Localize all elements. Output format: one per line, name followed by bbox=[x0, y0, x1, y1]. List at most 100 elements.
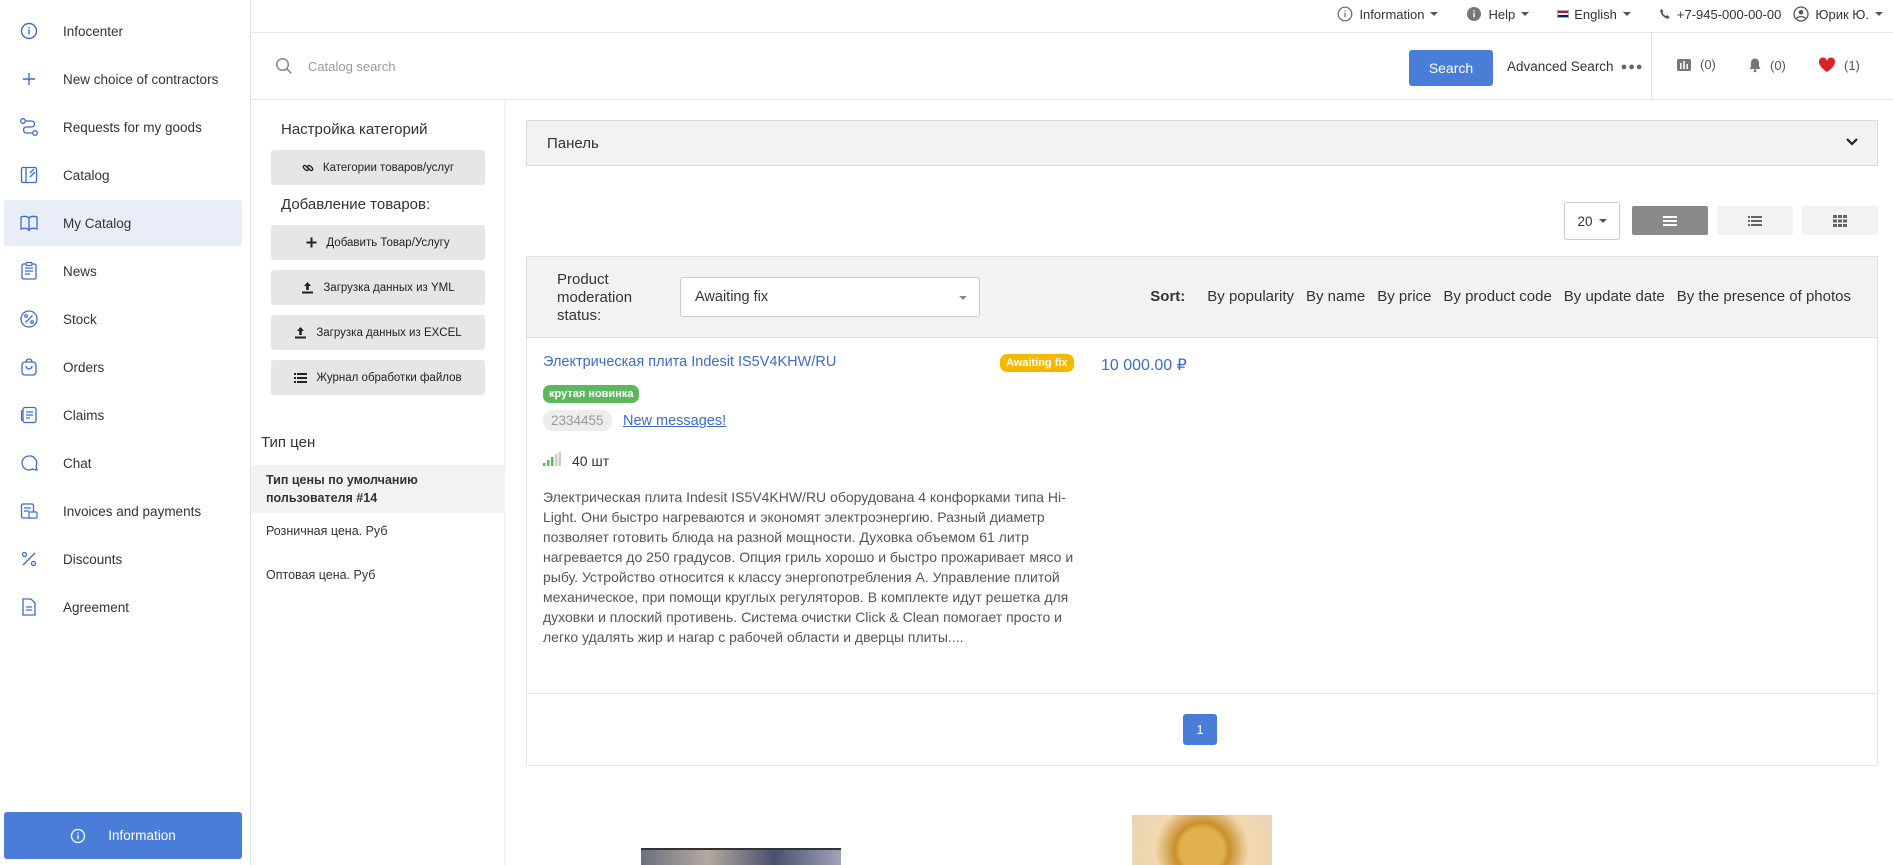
moderation-status-select[interactable]: Awaiting fix bbox=[680, 277, 980, 317]
route-icon bbox=[19, 117, 39, 137]
news-icon bbox=[19, 261, 39, 281]
sidebar-item-new-choice[interactable]: New choice of contractors bbox=[4, 56, 242, 102]
search-button[interactable]: Search bbox=[1409, 50, 1493, 86]
panel-accordion[interactable]: Панель bbox=[526, 120, 1878, 166]
list-icon bbox=[1748, 215, 1762, 226]
sidebar-item-orders[interactable]: Orders bbox=[4, 344, 242, 390]
sidebar-item-label: New choice of contractors bbox=[63, 71, 219, 87]
banner-image bbox=[641, 848, 841, 865]
yml-upload-button[interactable]: Загрузка данных из YML bbox=[271, 270, 485, 305]
moderation-status-value: Awaiting fix bbox=[695, 289, 769, 305]
claims-icon bbox=[19, 405, 39, 425]
sort-by-popularity[interactable]: By popularity bbox=[1207, 288, 1294, 305]
price-type-wholesale[interactable]: Оптовая цена. Руб bbox=[251, 560, 505, 590]
divider bbox=[1651, 33, 1652, 101]
user-avatar-icon bbox=[1793, 6, 1809, 22]
promo-image bbox=[1132, 815, 1272, 865]
catalog-search-input[interactable] bbox=[308, 51, 1108, 81]
sidebar-item-label: Stock bbox=[63, 311, 97, 327]
product-title-link[interactable]: Электрическая плита Indesit IS5V4KHW/RU bbox=[543, 354, 836, 370]
more-dots-icon: ●●● bbox=[1620, 60, 1644, 73]
sidebar-item-agreement[interactable]: Agreement bbox=[4, 584, 242, 630]
yml-upload-label: Загрузка данных из YML bbox=[323, 281, 455, 294]
view-list-button[interactable] bbox=[1717, 206, 1793, 235]
compare-icon bbox=[1677, 58, 1691, 71]
add-products-heading: Добавление товаров: bbox=[281, 196, 431, 213]
notifications-count: (0) bbox=[1770, 57, 1786, 73]
sidebar-item-label: Agreement bbox=[63, 599, 130, 615]
sidebar-item-stock[interactable]: Stock bbox=[4, 296, 242, 342]
sidebar-item-label: Requests for my goods bbox=[63, 119, 202, 135]
favorites-count: (1) bbox=[1844, 57, 1860, 73]
chevron-down-icon bbox=[1622, 12, 1631, 16]
upload-icon bbox=[294, 326, 307, 339]
sidebar-item-catalog[interactable]: Catalog bbox=[4, 152, 242, 198]
phone-link[interactable]: +7-945-000-00-00 bbox=[1659, 7, 1781, 22]
sort-by-price[interactable]: By price bbox=[1377, 288, 1431, 305]
sort-by-update-date[interactable]: By update date bbox=[1564, 288, 1665, 305]
view-grid-button[interactable] bbox=[1802, 206, 1878, 235]
sidebar: Infocenter New choice of contractors Req… bbox=[0, 0, 251, 865]
sidebar-item-news[interactable]: News bbox=[4, 248, 242, 294]
sidebar-item-requests[interactable]: Requests for my goods bbox=[4, 104, 242, 150]
file-log-label: Журнал обработки файлов bbox=[316, 371, 462, 384]
sort-by-product-code[interactable]: By product code bbox=[1443, 288, 1551, 305]
plus-icon bbox=[19, 69, 39, 89]
invoice-icon bbox=[19, 501, 39, 521]
sidebar-item-infocenter[interactable]: Infocenter bbox=[4, 8, 242, 54]
file-log-button[interactable]: Журнал обработки файлов bbox=[271, 360, 485, 395]
uk-flag-icon bbox=[1557, 10, 1570, 18]
user-menu[interactable]: Юрик Ю. bbox=[1793, 6, 1883, 22]
information-menu-label: Information bbox=[1359, 6, 1425, 22]
sidebar-item-invoices[interactable]: Invoices and payments bbox=[4, 488, 242, 534]
sidebar-item-chat[interactable]: Chat bbox=[4, 440, 242, 486]
chevron-down-icon bbox=[1846, 138, 1858, 146]
chevron-down-icon bbox=[1430, 12, 1439, 16]
stock-quantity: 40 шт bbox=[572, 453, 610, 469]
language-menu[interactable]: English bbox=[1557, 7, 1631, 22]
sort-by-photos[interactable]: By the presence of photos bbox=[1677, 288, 1851, 305]
product-card: Электрическая плита Indesit IS5V4KHW/RU … bbox=[526, 338, 1878, 694]
price-types-heading: Тип цен bbox=[261, 434, 316, 451]
excel-upload-button[interactable]: Загрузка данных из EXCEL bbox=[271, 315, 485, 350]
language-menu-label: English bbox=[1574, 6, 1617, 22]
favorites-counter[interactable]: (1) bbox=[1818, 57, 1860, 73]
upload-icon bbox=[301, 281, 314, 294]
catalog-icon bbox=[19, 165, 39, 185]
information-button[interactable]: Information bbox=[4, 812, 242, 859]
pagination: 1 bbox=[526, 694, 1878, 766]
notifications-counter[interactable]: (0) bbox=[1748, 57, 1786, 73]
help-menu[interactable]: Help bbox=[1466, 6, 1530, 22]
sidebar-item-label: Discounts bbox=[63, 551, 123, 567]
sidebar-item-my-catalog[interactable]: My Catalog bbox=[4, 200, 242, 246]
per-page-value: 20 bbox=[1577, 213, 1593, 229]
view-list-wide-button[interactable] bbox=[1632, 206, 1708, 235]
stock-level-icon bbox=[543, 452, 561, 466]
sort-by-name[interactable]: By name bbox=[1306, 288, 1365, 305]
add-product-button[interactable]: Добавить Товар/Услугу bbox=[271, 225, 485, 260]
bag-icon bbox=[19, 357, 39, 377]
categories-button[interactable]: Категории товаров/услуг bbox=[271, 150, 485, 185]
per-page-select[interactable]: 20 bbox=[1564, 202, 1620, 240]
price-type-retail[interactable]: Розничная цена. Руб bbox=[251, 516, 505, 546]
document-icon bbox=[19, 597, 39, 617]
sidebar-item-claims[interactable]: Claims bbox=[4, 392, 242, 438]
categories-heading: Настройка категорий bbox=[281, 121, 428, 138]
price-type-default[interactable]: Тип цены по умолчанию пользователя #14 bbox=[251, 465, 505, 513]
list-icon bbox=[294, 372, 308, 384]
information-button-label: Information bbox=[108, 828, 176, 843]
information-menu[interactable]: Information bbox=[1337, 6, 1439, 22]
sidebar-item-discounts[interactable]: Discounts bbox=[4, 536, 242, 582]
phone-number: +7-945-000-00-00 bbox=[1676, 6, 1782, 22]
page-button-current[interactable]: 1 bbox=[1183, 714, 1217, 745]
new-messages-link[interactable]: New messages! bbox=[623, 413, 726, 429]
sidebar-item-label: My Catalog bbox=[63, 215, 132, 231]
moderation-status-label: Product moderation status: bbox=[557, 271, 633, 324]
product-description: Электрическая плита Indesit IS5V4KHW/RU … bbox=[543, 489, 1074, 645]
advanced-search-link[interactable]: Advanced Search ●●● bbox=[1507, 59, 1644, 74]
chat-icon bbox=[19, 453, 39, 473]
compare-counter[interactable]: (0) bbox=[1676, 57, 1716, 72]
product-sku: 2334455 bbox=[543, 410, 612, 431]
sidebar-item-label: Catalog bbox=[63, 167, 110, 183]
grid-icon bbox=[1833, 214, 1847, 227]
